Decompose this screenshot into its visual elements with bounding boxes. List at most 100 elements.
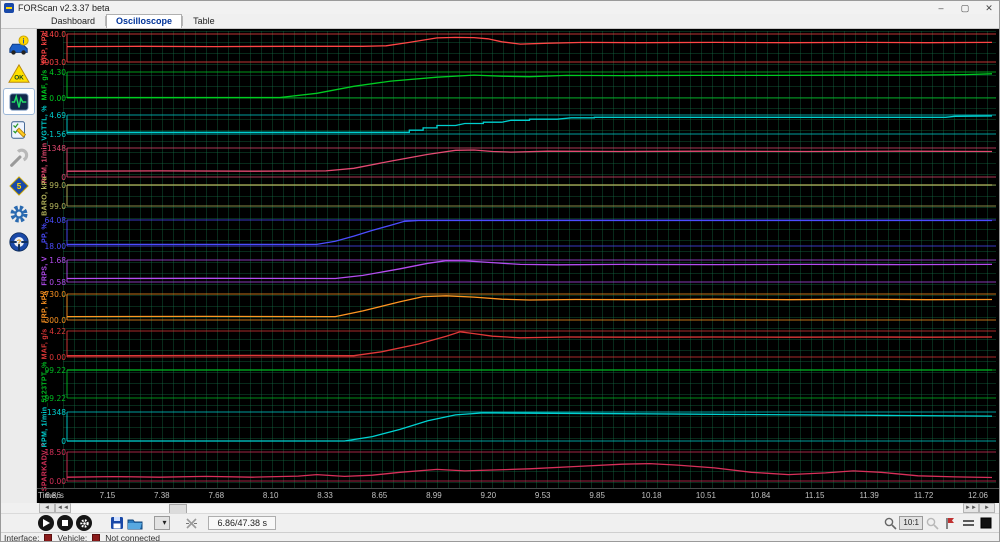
time-tick-label: 7.15 <box>99 491 116 500</box>
channel-max-value: 5730.0 <box>39 290 66 299</box>
signal-trace <box>67 115 993 133</box>
channel-min-value: 0.58 <box>49 278 66 287</box>
channel-max-value: 18.50 <box>44 448 66 457</box>
sidebar-item-service[interactable] <box>3 144 35 171</box>
stop-icon <box>62 520 68 526</box>
vehicle-info-icon: i <box>8 34 29 55</box>
channel-min-value: 0.00 <box>49 94 66 103</box>
channel-min-value: -99.22 <box>41 394 66 403</box>
signal-trace <box>67 219 992 246</box>
sidebar-item-oscilloscope[interactable] <box>2 88 35 115</box>
tab-oscilloscope[interactable]: Oscilloscope <box>106 14 183 28</box>
channel-max-value: 4.22 <box>49 327 66 336</box>
channel-min-value: -1.56 <box>46 130 66 139</box>
signal-select-dropdown[interactable]: ▾ <box>154 516 171 530</box>
signal-trace <box>67 73 993 99</box>
time-tick-label: 8.65 <box>371 491 388 500</box>
channel-max-value: 4.30 <box>49 68 66 77</box>
scroll-right-icon[interactable]: ► <box>979 503 995 513</box>
scope-settings-button[interactable] <box>76 515 92 531</box>
time-tick-label: 9.20 <box>480 491 497 500</box>
settings-gear-icon <box>9 204 28 223</box>
sidebar-item-tests[interactable] <box>3 116 35 143</box>
time-scrollbar: ◄ ◄◄ ►► ► <box>1 503 999 514</box>
channel-max-value: 99.0 <box>49 181 66 190</box>
trim-button[interactable] <box>182 515 200 531</box>
zoom-in-button[interactable] <box>923 515 941 531</box>
time-tick-label: 9.53 <box>534 491 551 500</box>
load-button[interactable] <box>126 515 144 531</box>
time-tick-label: 7.68 <box>208 491 225 500</box>
scope-traces <box>66 33 996 482</box>
oscilloscope-icon <box>8 92 29 111</box>
connection-status: Not connected <box>105 533 161 542</box>
maximize-button[interactable]: ▢ <box>953 2 977 14</box>
tab-bar: Dashboard Oscilloscope Table <box>1 14 999 29</box>
channel-min-value: 3903.0 <box>39 58 66 67</box>
signal-trace <box>67 412 993 442</box>
vehicle-status-led <box>92 534 101 541</box>
zoom-out-button[interactable] <box>881 515 899 531</box>
tab-table[interactable]: Table <box>183 14 225 28</box>
channel-min-value: 300.0 <box>44 316 66 325</box>
sidebar-item-configuration[interactable]: 5 <box>3 172 35 199</box>
signal-trace <box>66 260 993 280</box>
help-steering-icon: ? <box>8 231 29 252</box>
stop-button[interactable] <box>57 515 73 531</box>
cut-icon <box>185 517 197 529</box>
channel-max-value: 4.69 <box>49 111 66 120</box>
scrollbar-track[interactable] <box>71 503 963 514</box>
interface-status-led <box>44 534 53 541</box>
dtc-ok-icon: OK <box>7 63 30 83</box>
magnifier-plus-icon <box>926 517 939 530</box>
signal-trace <box>66 36 993 48</box>
forscan-window: FORScan v2.3.37 beta – ▢ ✕ Dashboard Osc… <box>0 0 1000 542</box>
black-square-icon <box>980 517 992 529</box>
time-tick-label: 10.18 <box>641 491 662 500</box>
titlebar: FORScan v2.3.37 beta – ▢ ✕ <box>1 1 999 14</box>
sidebar-item-vehicle-info[interactable]: i <box>3 32 35 59</box>
close-button[interactable]: ✕ <box>977 2 999 14</box>
sidebar: i OK 5 ? <box>1 29 37 503</box>
minimize-button[interactable]: – <box>929 2 953 14</box>
time-tick-label: 8.10 <box>262 491 279 500</box>
save-button[interactable] <box>108 515 126 531</box>
scroll-right-fast-icon[interactable]: ►► <box>963 503 979 513</box>
time-tick-label: 10.84 <box>750 491 771 500</box>
tests-checklist-icon <box>10 120 26 139</box>
signal-trace <box>66 149 993 172</box>
time-tick-label: 9.85 <box>589 491 605 500</box>
open-folder-icon <box>127 519 143 529</box>
tab-dashboard[interactable]: Dashboard <box>41 14 105 28</box>
channel-scale-column: FRP, kPa 7140.0 3903.0 MAF, g/s 4.30 0.00 _VGT… <box>37 30 97 491</box>
time-tick-label: 8.99 <box>426 491 442 500</box>
scroll-left-fast-icon[interactable]: ◄◄ <box>55 503 71 513</box>
position-readout: 6.86/47.38 s <box>208 516 277 530</box>
signal-trace <box>66 462 993 479</box>
reference-lines-button[interactable] <box>959 515 977 531</box>
app-icon <box>4 2 14 13</box>
sidebar-item-about[interactable]: ? <box>3 228 35 255</box>
sidebar-item-read-dtc[interactable]: OK <box>3 60 35 87</box>
signal-trace <box>66 295 993 318</box>
oscilloscope-chart: FRP, kPa 7140.0 3903.0 MAF, g/s 4.30 0.00 _VGT… <box>37 29 999 503</box>
channel-max-value: 1348 <box>46 408 66 417</box>
window-title: FORScan v2.3.37 beta <box>18 2 110 13</box>
svg-text:OK: OK <box>14 74 24 81</box>
gear-icon <box>79 518 89 528</box>
channel-min-value: 99.0 <box>49 202 66 211</box>
two-lines-icon <box>962 520 974 526</box>
time-axis: Time, s 6.86 7.15 7.38 7.68 8.10 8.33 8.65 8.99… <box>37 488 999 502</box>
sidebar-item-settings[interactable] <box>3 200 35 227</box>
interface-label: Interface: <box>4 533 40 542</box>
service-wrench-icon <box>9 148 28 167</box>
channel-min-value: 0.00 <box>49 477 66 486</box>
scroll-left-icon[interactable]: ◄ <box>39 503 55 513</box>
svg-text:?: ? <box>16 237 21 246</box>
channel-max-value: 7140.0 <box>39 30 66 39</box>
play-button[interactable] <box>38 515 54 531</box>
marker-button[interactable] <box>941 515 959 531</box>
background-color-button[interactable] <box>977 515 995 531</box>
time-tick-label: 7.38 <box>154 491 170 500</box>
zoom-ratio-box[interactable]: 10:1 <box>899 516 923 530</box>
